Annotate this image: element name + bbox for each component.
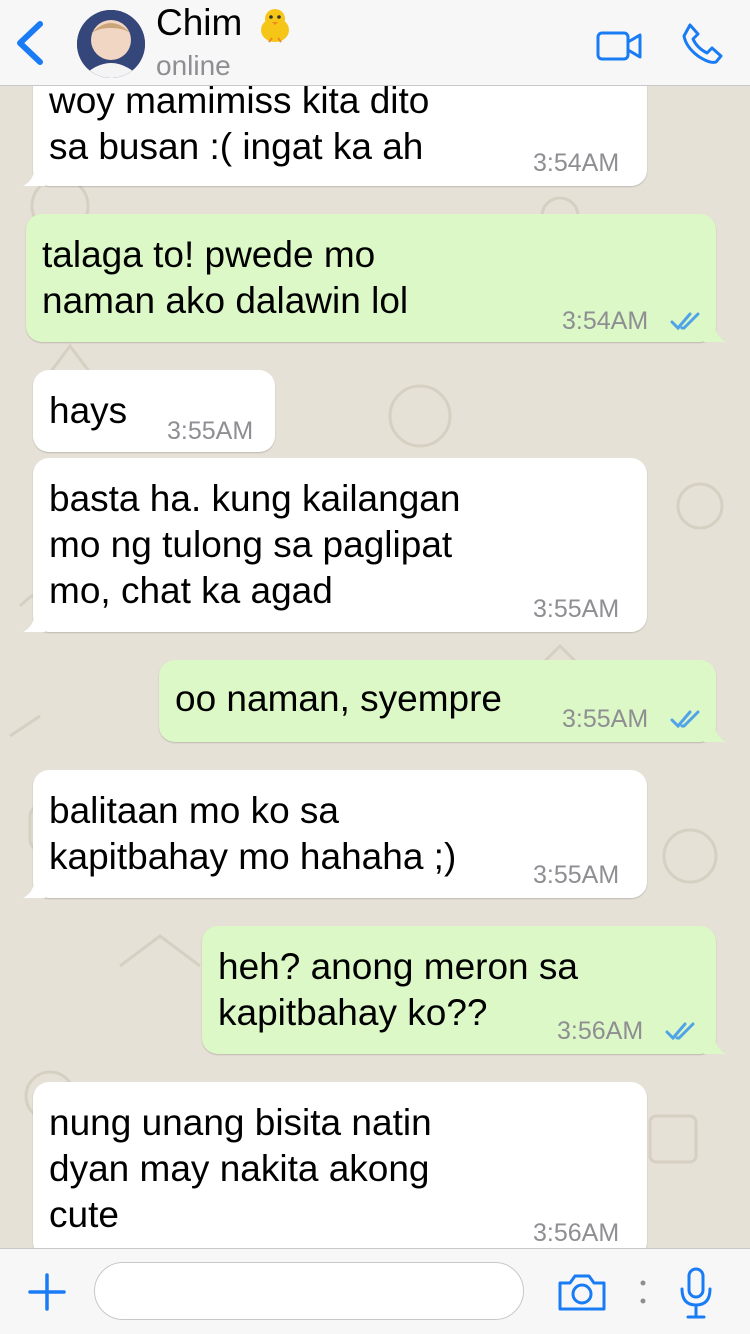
message-time: 3:54AM [562, 307, 649, 335]
message-time: 3:55AM [533, 595, 620, 623]
back-chevron-icon [17, 21, 43, 65]
contact-avatar[interactable] [77, 10, 145, 78]
message-text: basta ha. kung kailangan mo ng tulong sa… [49, 478, 461, 611]
camera-button[interactable] [556, 1271, 608, 1313]
message-list[interactable]: woy mamimiss kita dito sa busan :( ingat… [0, 0, 750, 1248]
bubble-tail-icon [23, 610, 45, 632]
message-time: 3:55AM [562, 705, 649, 733]
message-text: balitaan mo ko sa kapitbahay mo hahaha ;… [49, 790, 457, 877]
message-time: 3:56AM [533, 1219, 620, 1247]
message-bubble-incoming[interactable]: hays 3:55AM [33, 370, 275, 452]
message-input[interactable] [94, 1262, 524, 1320]
message-time: 3:55AM [533, 861, 620, 889]
voice-record-button[interactable] [678, 1265, 714, 1321]
message-text: nung unang bisita natin dyan may nakita … [49, 1102, 432, 1235]
chick-emoji-icon [261, 9, 289, 43]
message-text: woy mamimiss kita dito sa busan :( ingat… [49, 80, 430, 167]
message-bubble-outgoing[interactable]: talaga to! pwede mo naman ako dalawin lo… [26, 214, 726, 342]
composer-bar [0, 1248, 750, 1334]
message-text: talaga to! pwede mo naman ako dalawin lo… [42, 234, 409, 321]
message-bubble-incoming[interactable]: nung unang bisita natin dyan may nakita … [33, 1082, 647, 1248]
message-bubble-outgoing[interactable]: oo naman, syempre 3:55AM [159, 660, 726, 742]
plus-icon [28, 1273, 66, 1311]
video-call-icon [596, 31, 642, 61]
camera-icon [558, 1274, 606, 1311]
read-receipt-icon [665, 1022, 695, 1041]
microphone-icon [680, 1267, 712, 1319]
phone-icon [682, 23, 723, 64]
read-receipt-icon [670, 312, 700, 331]
more-options-button[interactable] [636, 1273, 650, 1311]
message-text: oo naman, syempre [175, 678, 503, 719]
bubble-tail-icon [704, 320, 726, 342]
more-dots-icon [640, 1280, 646, 1304]
bubble-tail-icon [704, 1032, 726, 1054]
voice-call-button[interactable] [680, 22, 724, 66]
bubble-tail-icon [23, 876, 45, 898]
message-bubble-incoming[interactable]: basta ha. kung kailangan mo ng tulong sa… [23, 458, 647, 632]
message-time: 3:56AM [557, 1017, 644, 1045]
message-time: 3:54AM [533, 149, 620, 177]
message-bubble-incoming[interactable]: balitaan mo ko sa kapitbahay mo hahaha ;… [23, 770, 647, 898]
message-text: heh? anong meron sa kapitbahay ko?? [218, 946, 578, 1033]
video-call-button[interactable] [596, 30, 644, 62]
message-text: hays [49, 390, 128, 431]
chat-header: Chim online [0, 0, 750, 86]
contact-name[interactable]: Chim [156, 2, 242, 44]
attach-button[interactable] [26, 1271, 68, 1313]
bubble-tail-icon [23, 164, 45, 186]
message-time: 3:55AM [167, 417, 254, 445]
back-button[interactable] [12, 20, 48, 66]
bubble-tail-icon [704, 720, 726, 742]
contact-status: online [156, 50, 231, 81]
read-receipt-icon [670, 710, 700, 729]
message-bubble-outgoing[interactable]: heh? anong meron sa kapitbahay ko?? 3:56… [202, 926, 726, 1054]
